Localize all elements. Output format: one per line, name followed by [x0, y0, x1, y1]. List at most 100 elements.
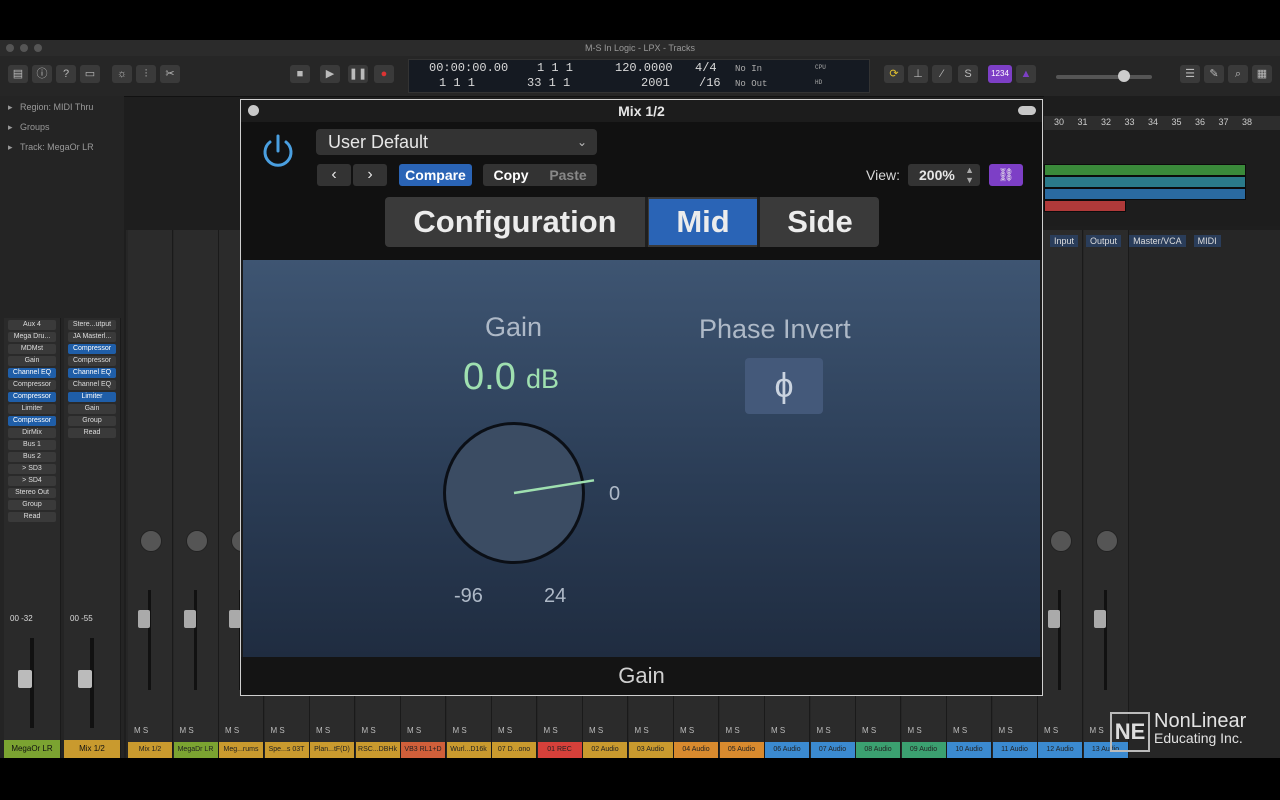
strip-slot[interactable]: Limiter	[8, 404, 56, 414]
editors-icon[interactable]: ✂	[160, 65, 180, 83]
mute-solo-buttons[interactable]: M S	[407, 726, 439, 736]
strip-slot[interactable]: > SD4	[8, 476, 56, 486]
strip-slot[interactable]: Read	[68, 428, 116, 438]
volume-fader[interactable]	[78, 670, 92, 688]
strip-slot[interactable]: Bus 1	[8, 440, 56, 450]
volume-fader[interactable]	[183, 610, 196, 628]
strip-slot[interactable]: Stere...utput	[68, 320, 116, 330]
solo-icon[interactable]: S	[958, 65, 978, 83]
mute-solo-buttons[interactable]: M S	[453, 726, 485, 736]
strip-slot[interactable]: JA Masterl...	[68, 332, 116, 342]
tab-mid[interactable]: Mid	[649, 199, 757, 245]
strip-slot[interactable]: Mega Dru...	[8, 332, 56, 342]
strip-slot[interactable]: Group	[68, 416, 116, 426]
volume-fader[interactable]	[138, 610, 150, 628]
pan-knob[interactable]	[185, 530, 208, 552]
strip-slot[interactable]: Gain	[8, 356, 56, 366]
close-window-button[interactable]	[6, 44, 14, 52]
region-blue[interactable]	[1044, 188, 1246, 200]
mixer-tab[interactable]: Output	[1086, 235, 1122, 247]
toolbar-icon[interactable]: ▭	[80, 65, 100, 83]
power-icon[interactable]	[259, 132, 297, 170]
inspector-region[interactable]: Region: MIDI Thru	[0, 98, 124, 116]
tuner-icon[interactable]: ⊥	[908, 65, 928, 83]
tab-side[interactable]: Side	[761, 199, 879, 245]
strip-slot[interactable]: MDMst	[8, 344, 56, 354]
fader-track[interactable]	[1058, 590, 1061, 690]
cycle-icon[interactable]: ⟳	[884, 65, 904, 83]
tracks-area[interactable]: 30 31 32 33 34 35 36 37 38	[1044, 96, 1280, 226]
region-green[interactable]	[1044, 164, 1246, 176]
strip-slot[interactable]: Stereo Out	[8, 488, 56, 498]
mute-solo-buttons[interactable]: M S	[362, 726, 394, 736]
strip-slot[interactable]: Gain	[68, 404, 116, 414]
strip-slot[interactable]: Compressor	[68, 344, 116, 354]
mute-solo-buttons[interactable]: M S	[498, 726, 530, 736]
mixer-tab[interactable]: MIDI	[1193, 235, 1221, 247]
plugin-close-button[interactable]	[248, 105, 259, 116]
region-teal[interactable]	[1044, 176, 1246, 188]
fader-track[interactable]	[193, 590, 197, 690]
strip-slot[interactable]: Read	[8, 512, 56, 522]
strip-slot[interactable]: Channel EQ	[8, 368, 56, 378]
strip-slot[interactable]: DirMix	[8, 428, 56, 438]
mixer-icon[interactable]: ⫶	[136, 65, 156, 83]
library-icon[interactable]: ▤	[8, 65, 28, 83]
metronome-icon[interactable]: ⁄	[932, 65, 952, 83]
mute-solo-buttons[interactable]: M S	[225, 726, 257, 736]
mixer-tab[interactable]: Master/VCA	[1129, 235, 1186, 247]
strip-slot[interactable]: Bus 2	[8, 452, 56, 462]
strip-slot[interactable]: Channel EQ	[68, 368, 116, 378]
count-in-button[interactable]: 1234	[988, 65, 1012, 83]
pan-knob[interactable]	[1095, 530, 1118, 552]
paste-button[interactable]: Paste	[539, 164, 597, 186]
notepad-icon[interactable]: ✎	[1204, 65, 1224, 83]
strip-slot[interactable]: Compressor	[8, 380, 56, 390]
mute-solo-buttons[interactable]: M S	[817, 726, 849, 736]
mute-solo-buttons[interactable]: M S	[680, 726, 712, 736]
volume-fader[interactable]	[18, 670, 32, 688]
lcd-display[interactable]: 00:00:00.00 1 1 1 1 1 1 33 1 1 120.0000 …	[408, 59, 870, 93]
pan-knob[interactable]	[140, 530, 162, 552]
tab-configuration[interactable]: Configuration	[385, 199, 645, 245]
zoom-window-button[interactable]	[34, 44, 42, 52]
copy-button[interactable]: Copy	[483, 164, 539, 186]
record-button[interactable]: ●	[374, 65, 394, 83]
mute-solo-buttons[interactable]: M S	[271, 726, 303, 736]
mute-solo-buttons[interactable]: M S	[908, 726, 940, 736]
gain-value[interactable]: 0.0	[463, 356, 516, 399]
phase-invert-button[interactable]: ϕ	[745, 358, 823, 414]
compare-button[interactable]: Compare	[399, 164, 472, 186]
link-button[interactable]: ⛓	[989, 164, 1023, 186]
mute-solo-buttons[interactable]: M S	[589, 726, 621, 736]
gain-knob[interactable]	[439, 418, 609, 588]
metronome-click-icon[interactable]: ▲	[1016, 65, 1036, 83]
mute-solo-buttons[interactable]: M S	[1044, 726, 1076, 736]
strip-slot[interactable]: Channel EQ	[68, 380, 116, 390]
plugin-resize-button[interactable]	[1018, 106, 1036, 115]
mixer-tab[interactable]: Input	[1050, 235, 1079, 247]
inspector-groups[interactable]: Groups	[0, 118, 124, 136]
strip-slot[interactable]: Compressor	[8, 416, 56, 426]
mute-solo-buttons[interactable]: M S	[316, 726, 348, 736]
bar-ruler[interactable]: 30 31 32 33 34 35 36 37 38	[1044, 116, 1280, 130]
previous-preset-button[interactable]: ‹	[317, 164, 351, 186]
region-red[interactable]	[1044, 200, 1126, 212]
pause-button[interactable]: ❚❚	[348, 65, 368, 83]
volume-fader[interactable]	[1093, 610, 1106, 628]
play-button[interactable]: ▶	[320, 65, 340, 83]
strip-slot[interactable]: Compressor	[68, 356, 116, 366]
strip-slot[interactable]: Compressor	[8, 392, 56, 402]
help-icon[interactable]: ?	[56, 65, 76, 83]
stop-button[interactable]: ■	[290, 65, 310, 83]
next-preset-button[interactable]: ›	[353, 164, 387, 186]
strip-slot[interactable]: > SD3	[8, 464, 56, 474]
pan-knob[interactable]	[1050, 530, 1072, 552]
inspector-track[interactable]: Track: MegaOr LR	[0, 138, 124, 156]
mute-solo-buttons[interactable]: M S	[999, 726, 1031, 736]
preset-selector[interactable]: User Default ⌄	[316, 129, 597, 155]
list-editors-icon[interactable]: ☰	[1180, 65, 1200, 83]
fader-track[interactable]	[148, 590, 151, 690]
search-icon[interactable]: ⌕	[1228, 65, 1248, 83]
strip-slot[interactable]: Limiter	[68, 392, 116, 402]
